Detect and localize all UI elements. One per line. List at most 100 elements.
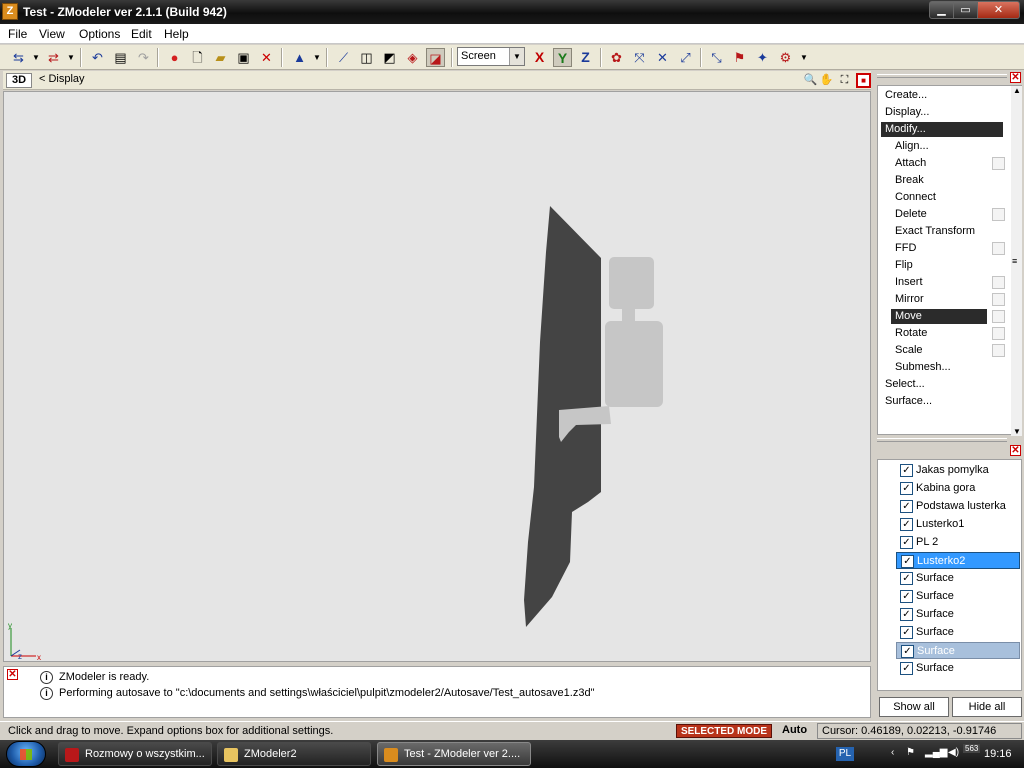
taskbar-item-zmodeler[interactable]: Test - ZModeler ver 2.... [377,742,531,766]
panel-grip[interactable] [877,74,1007,78]
minimize-button[interactable]: ▁ [929,1,954,19]
object-item-selected[interactable]: ✓ Lusterko2 [896,552,1020,569]
command-submesh[interactable]: Submesh... [895,360,951,375]
object-item[interactable]: ✓ PL 2 [896,534,1020,551]
stop-icon[interactable]: ■ [856,73,871,88]
command-scale[interactable]: Scale [895,343,923,358]
command-insert[interactable]: Insert [895,275,923,290]
tray-flag-icon[interactable]: ⚑ [906,747,915,758]
command-ffd[interactable]: FFD [895,241,916,256]
taskbar-item-folder[interactable]: ZModeler2 [217,742,371,766]
scroll-up-icon[interactable]: ▲ [1012,86,1022,95]
move-options-checkbox[interactable] [992,310,1005,323]
snap-icon[interactable]: ✿ [607,48,626,67]
attach-options-checkbox[interactable] [992,157,1005,170]
save-icon[interactable]: ▣ [234,48,253,67]
object-item[interactable]: ✓ Surface [896,660,1020,677]
axis-cross-icon[interactable]: ✕ [653,48,672,67]
visibility-checkbox[interactable]: ✓ [900,626,913,639]
start-button[interactable] [6,741,46,767]
viewport-breadcrumb[interactable]: < Display [39,73,85,85]
3d-viewport[interactable]: y z x [3,91,871,662]
command-connect[interactable]: Connect [895,190,936,205]
command-flip[interactable]: Flip [895,258,913,273]
visibility-checkbox[interactable]: ✓ [900,536,913,549]
menu-options[interactable]: Options [79,27,120,41]
undo-history-icon[interactable]: ▤ [111,48,130,67]
volume-icon[interactable]: ◀) [948,747,959,758]
export-icon[interactable]: ⇄ [44,48,63,67]
visibility-checkbox[interactable]: ✓ [900,482,913,495]
primitive-dropdown-icon[interactable]: ▼ [313,48,321,67]
clock[interactable]: 19:16 [984,748,1012,760]
hierarchy-icon[interactable]: ⚑ [730,48,749,67]
chevron-down-icon[interactable]: ▼ [509,48,524,65]
open-folder-icon[interactable]: ▰ [211,48,230,67]
vertex-mode-icon[interactable]: ⟋ [334,48,353,67]
command-delete[interactable]: Delete [895,207,927,222]
command-mirror[interactable]: Mirror [895,292,924,307]
command-break[interactable]: Break [895,173,924,188]
object-item[interactable]: ✓ Surface [896,570,1020,587]
mirror-options-checkbox[interactable] [992,293,1005,306]
close-command-panel-icon[interactable]: ✕ [1010,72,1021,83]
mesh-mirror-body[interactable] [605,321,663,407]
pan-icon[interactable]: ✋ [819,73,834,88]
visibility-checkbox[interactable]: ✓ [900,518,913,531]
object-item[interactable]: ✓ Kabina gora [896,480,1020,497]
object-mode-icon[interactable]: ◈ [403,48,422,67]
skeleton-icon[interactable]: ✦ [753,48,772,67]
face-mode-icon[interactable]: ◩ [380,48,399,67]
command-modify[interactable]: Modify... [881,122,1003,137]
close-button[interactable]: ✕ [977,1,1020,19]
language-indicator[interactable]: PL [836,747,854,761]
visibility-checkbox[interactable]: ✓ [900,572,913,585]
visibility-checkbox[interactable]: ✓ [900,464,913,477]
object-item[interactable]: ✓ Surface [896,606,1020,623]
menu-file[interactable]: File [8,27,27,41]
axis-x-toggle[interactable]: X [530,48,549,67]
axis-local-icon[interactable]: ⤢ [676,48,695,67]
scroll-grip-icon[interactable]: ≡ [1012,256,1017,266]
object-item[interactable]: ✓ Jakas pomylka [896,462,1020,479]
animation-icon[interactable]: ⚙ [776,48,795,67]
selected-mode-icon[interactable]: ◪ [426,48,445,67]
insert-options-checkbox[interactable] [992,276,1005,289]
import-icon[interactable]: ⇆ [9,48,28,67]
object-item[interactable]: ✓ Surface [896,588,1020,605]
axis-y-toggle[interactable]: Y [553,48,572,67]
command-move[interactable]: Move [891,309,987,324]
import-dropdown-icon[interactable]: ▼ [32,48,40,67]
network-signal-icon[interactable]: ▂▄▆ [925,747,947,758]
pivot-icon[interactable]: ⤡ [707,48,726,67]
selected-mode-badge[interactable]: SELECTED MODE [676,724,772,738]
show-all-button[interactable]: Show all [879,697,949,717]
export-dropdown-icon[interactable]: ▼ [67,48,75,67]
visibility-checkbox[interactable]: ✓ [900,590,913,603]
view-space-select[interactable]: Screen ▼ [457,47,525,66]
auto-mode-label[interactable]: Auto [782,724,807,736]
command-align[interactable]: Align... [895,139,929,154]
menu-edit[interactable]: Edit [131,27,152,41]
zoom-icon[interactable]: 🔍 [803,73,818,88]
cone-primitive-icon[interactable]: ▲ [290,48,309,67]
menu-view[interactable]: View [39,27,65,41]
visibility-checkbox[interactable]: ✓ [900,662,913,675]
viewport-mode-button[interactable]: 3D [6,73,32,88]
command-exact-transform[interactable]: Exact Transform [895,224,975,239]
close-log-icon[interactable]: ✕ [7,669,18,680]
command-rotate[interactable]: Rotate [895,326,927,341]
object-item[interactable]: ✓ Podstawa lusterka [896,498,1020,515]
command-surface[interactable]: Surface... [885,394,932,409]
undo-icon[interactable]: ↶ [88,48,107,67]
hide-all-button[interactable]: Hide all [952,697,1022,717]
axis-z-toggle[interactable]: Z [576,48,595,67]
record-icon[interactable]: ● [165,48,184,67]
visibility-checkbox[interactable]: ✓ [900,608,913,621]
scroll-down-icon[interactable]: ▼ [1012,427,1022,436]
command-panel-scrollbar[interactable]: ▲ ≡ ▼ [1011,86,1022,436]
visibility-checkbox[interactable]: ✓ [901,645,914,658]
edge-mode-icon[interactable]: ◫ [357,48,376,67]
maximize-button[interactable]: ▭ [953,1,978,19]
object-item[interactable]: ✓ Lusterko1 [896,516,1020,533]
